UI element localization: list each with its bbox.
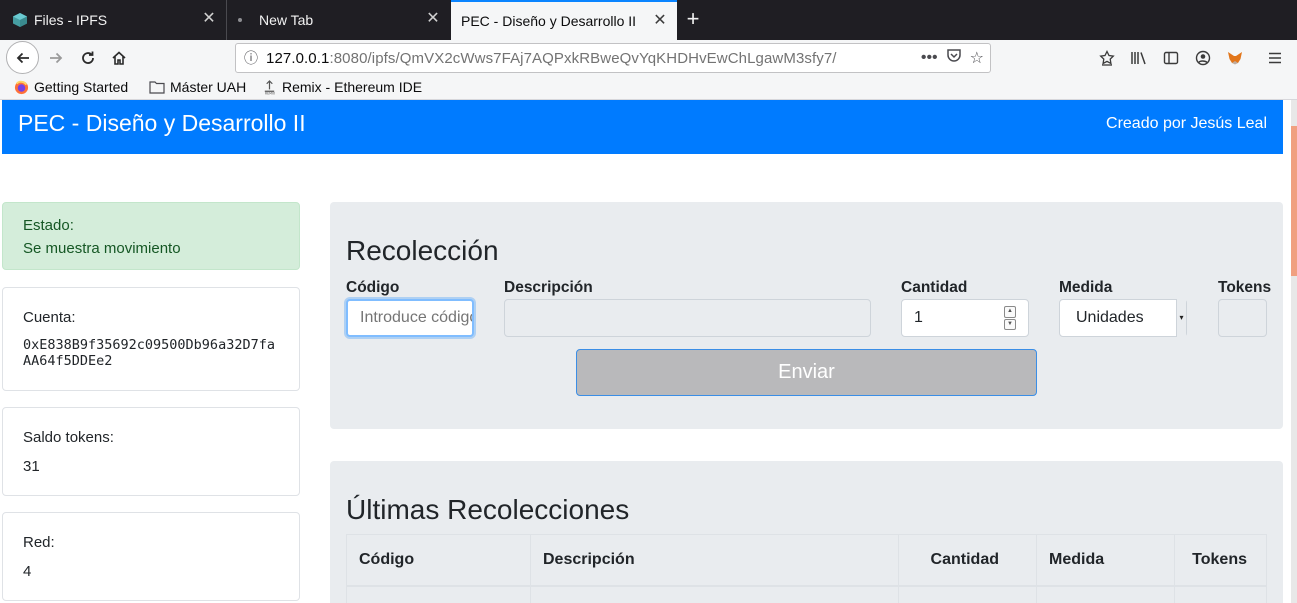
- close-tab-icon[interactable]: ✕: [651, 12, 669, 30]
- reload-icon[interactable]: [74, 44, 102, 72]
- description-label: Descripción: [504, 279, 593, 296]
- code-label: Código: [346, 279, 400, 296]
- page-content: PEC - Diseño y Desarrollo II Creado por …: [0, 100, 1297, 603]
- account-card: Cuenta: 0xE838B9f35692c09500Db96a32D7faA…: [2, 287, 300, 391]
- tokens-input[interactable]: [1218, 299, 1267, 337]
- close-tab-icon[interactable]: ✕: [424, 10, 442, 28]
- folder-icon: [149, 81, 165, 94]
- bookmark-label: Máster UAH: [170, 79, 247, 95]
- quantity-label: Cantidad: [901, 279, 968, 296]
- scrollbar-thumb[interactable]: [1291, 126, 1297, 276]
- balance-card: Saldo tokens: 31: [2, 407, 300, 496]
- page-actions-icon[interactable]: •••: [921, 49, 938, 67]
- new-tab-plus-icon[interactable]: +: [681, 8, 705, 32]
- url-actions: ••• ☆: [921, 47, 984, 68]
- tab-files-ipfs[interactable]: Files - IPFS ✕: [0, 0, 226, 40]
- forward-arrow-icon[interactable]: [42, 44, 70, 72]
- loading-dot-icon: [238, 18, 242, 22]
- stepper-down-icon[interactable]: ▼: [1004, 318, 1016, 330]
- balance-value: 31: [23, 458, 40, 475]
- tab-title: New Tab: [259, 12, 314, 28]
- network-value: 4: [23, 563, 32, 580]
- description-input[interactable]: [504, 299, 871, 337]
- table-cell: [347, 587, 531, 603]
- account-label: Cuenta:: [23, 309, 76, 326]
- column-header-unit[interactable]: Medida: [1037, 535, 1175, 585]
- sidebar-toggle-icon[interactable]: [1159, 46, 1183, 70]
- submit-button[interactable]: Enviar: [576, 349, 1037, 396]
- ipfs-cube-icon: [13, 13, 27, 27]
- balance-label: Saldo tokens:: [23, 429, 114, 446]
- column-header-code[interactable]: Código: [347, 535, 531, 585]
- tab-title: Files - IPFS: [34, 12, 108, 28]
- app-author: Creado por Jesús Leal: [1106, 115, 1267, 132]
- page-scrollbar[interactable]: [1291, 100, 1297, 603]
- firefox-icon: [14, 80, 29, 94]
- column-header-description[interactable]: Descripción: [531, 535, 899, 585]
- quantity-value: 1: [914, 309, 923, 326]
- network-card: Red: 4: [2, 512, 300, 601]
- stepper-buttons: ▲ ▼: [1004, 306, 1016, 330]
- pocket-icon[interactable]: [946, 47, 962, 68]
- url-text: 127.0.0.1:8080/ipfs/QmVX2cWws7FAj7AQPxkR…: [266, 49, 837, 67]
- tab-title: PEC - Diseño y Desarrollo II: [461, 13, 637, 29]
- back-arrow-icon[interactable]: [6, 41, 39, 74]
- table-cell: [531, 587, 899, 603]
- browser-tab-bar: Files - IPFS ✕ New Tab ✕ PEC - Diseño y …: [0, 0, 1297, 40]
- bookmark-label: Getting Started: [34, 79, 129, 95]
- browser-navbar: ⓘ 127.0.0.1:8080/ipfs/QmVX2cWws7FAj7AQPx…: [0, 40, 1297, 76]
- hamburger-menu-icon[interactable]: [1263, 46, 1287, 70]
- bookmark-remix[interactable]: REMIX Remix - Ethereum IDE: [262, 79, 422, 95]
- url-bar[interactable]: ⓘ 127.0.0.1:8080/ipfs/QmVX2cWws7FAj7AQPx…: [235, 43, 991, 73]
- history-title: Últimas Recolecciones: [346, 494, 630, 525]
- library-icon[interactable]: [1127, 46, 1151, 70]
- bookmark-getting-started[interactable]: Getting Started: [14, 79, 128, 95]
- table-cell: [1037, 587, 1175, 603]
- history-panel: Últimas Recolecciones Código Descripción…: [330, 461, 1283, 603]
- network-label: Red:: [23, 534, 55, 551]
- tab-pec-active[interactable]: PEC - Diseño y Desarrollo II ✕: [451, 0, 677, 40]
- status-label: Estado:: [23, 217, 74, 234]
- remix-icon: REMIX: [264, 79, 276, 95]
- bookmark-label: Remix - Ethereum IDE: [282, 79, 423, 95]
- metamask-fox-icon[interactable]: [1223, 46, 1247, 70]
- stepper-up-icon[interactable]: ▲: [1004, 306, 1016, 318]
- svg-text:REMIX: REMIX: [265, 91, 276, 94]
- form-title: Recolección: [346, 235, 499, 266]
- saved-to-pocket-icon[interactable]: [1095, 46, 1119, 70]
- bookmark-folder-master-uah[interactable]: Máster UAH: [149, 79, 246, 95]
- quantity-stepper[interactable]: 1 ▲ ▼: [901, 299, 1029, 337]
- account-icon[interactable]: [1191, 46, 1215, 70]
- column-header-quantity[interactable]: Cantidad: [899, 535, 1037, 585]
- home-icon[interactable]: [105, 44, 133, 72]
- table-cell: [899, 587, 1037, 603]
- column-header-tokens[interactable]: Tokens: [1175, 535, 1267, 585]
- tab-new-tab[interactable]: New Tab ✕: [226, 0, 450, 40]
- history-table: Código Descripción Cantidad Medida Token…: [346, 534, 1267, 603]
- code-input[interactable]: [346, 299, 474, 337]
- status-value: Se muestra movimiento: [23, 240, 181, 257]
- status-card: Estado: Se muestra movimiento: [2, 202, 300, 270]
- close-tab-icon[interactable]: ✕: [200, 10, 218, 28]
- collection-form-panel: Recolección Código Descripción Cantidad …: [330, 202, 1283, 429]
- unit-select[interactable]: Unidades ▾: [1059, 299, 1187, 337]
- bookmarks-toolbar: Getting Started Máster UAH REMIX Remix -…: [0, 76, 1297, 100]
- unit-selected-value: Unidades: [1076, 309, 1144, 326]
- unit-label: Medida: [1059, 279, 1113, 296]
- bookmark-star-icon[interactable]: ☆: [970, 48, 984, 68]
- app-header: PEC - Diseño y Desarrollo II Creado por …: [2, 100, 1283, 154]
- dropdown-arrow-icon: ▾: [1176, 299, 1186, 337]
- account-address: 0xE838B9f35692c09500Db96a32D7faAA64f5DDE…: [23, 337, 275, 369]
- tokens-label: Tokens: [1218, 279, 1272, 296]
- app-title: PEC - Diseño y Desarrollo II: [18, 110, 306, 136]
- info-icon[interactable]: ⓘ: [236, 48, 266, 68]
